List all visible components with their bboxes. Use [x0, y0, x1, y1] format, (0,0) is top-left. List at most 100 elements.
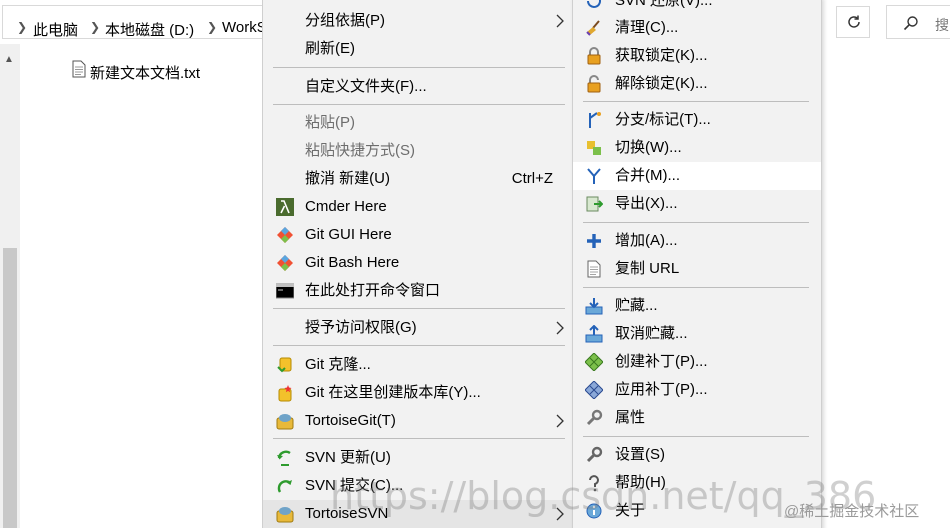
- menu-item-label: 自定义文件夹(F)...: [305, 78, 427, 95]
- menu-item-label: 授予访问权限(G): [305, 319, 417, 336]
- svn-item-get-lock[interactable]: 获取锁定(K)...: [573, 42, 821, 70]
- svn-item-apply-patch[interactable]: 应用补丁(P)...: [573, 376, 821, 404]
- menu-item-label: SVN 还原(V)...: [615, 0, 713, 9]
- svn-item-export[interactable]: 导出(X)...: [573, 190, 821, 218]
- menu-separator: [583, 101, 809, 102]
- tortoisesvn-icon: [276, 507, 294, 523]
- menu-item-label: 贮藏...: [615, 297, 658, 314]
- watermark-site: @稀土掘金技术社区: [784, 503, 920, 520]
- svn-item-properties[interactable]: 属性: [573, 404, 821, 432]
- menu-item-paste[interactable]: 粘贴(P): [263, 109, 572, 137]
- git-clone-icon: [277, 357, 292, 373]
- command-prompt-icon: [276, 283, 294, 299]
- menu-item-git-gui-here[interactable]: Git GUI Here: [263, 221, 572, 249]
- menu-item-git-clone[interactable]: Git 克隆...: [263, 351, 572, 379]
- menu-separator: [583, 287, 809, 288]
- scrollbar-thumb[interactable]: [3, 248, 17, 528]
- menu-item-refresh[interactable]: 刷新(E): [263, 35, 572, 63]
- export-icon: [586, 196, 603, 212]
- text-file-icon: [72, 60, 86, 78]
- refresh-icon: [848, 15, 860, 28]
- menu-item-tortoisegit[interactable]: TortoiseGit(T): [263, 407, 572, 435]
- menu-separator: [273, 438, 565, 439]
- plus-icon: [587, 234, 601, 248]
- menu-item-open-command-window[interactable]: 在此处打开命令窗口: [263, 277, 572, 305]
- settings-wrench-icon: [586, 446, 603, 463]
- menu-item-paste-shortcut[interactable]: 粘贴快捷方式(S): [263, 137, 572, 165]
- shelve-icon: [585, 298, 603, 315]
- breadcrumb-this-pc[interactable]: 此电脑: [33, 19, 78, 40]
- branch-icon: [589, 112, 601, 128]
- menu-item-group-by[interactable]: 分组依据(P): [263, 7, 572, 35]
- menu-separator: [583, 436, 809, 437]
- menu-item-label: 粘贴(P): [305, 114, 355, 131]
- svn-revert-icon: [587, 0, 601, 8]
- submenu-arrow-icon: [556, 14, 564, 28]
- menu-item-label: 设置(S): [615, 446, 665, 463]
- menu-item-label: 复制 URL: [615, 260, 680, 277]
- menu-separator: [273, 67, 565, 68]
- menu-item-label: 创建补丁(P)...: [615, 353, 708, 370]
- menu-item-label: Git Bash Here: [305, 254, 400, 271]
- search-input[interactable]: 搜: [886, 5, 950, 39]
- menu-item-git-bash-here[interactable]: Git Bash Here: [263, 249, 572, 277]
- svn-item-merge[interactable]: 合并(M)...: [573, 162, 821, 190]
- unshelve-icon: [585, 325, 603, 343]
- svn-item-cleanup[interactable]: 清理(C)...: [573, 14, 821, 42]
- lock-icon: [587, 47, 601, 65]
- svn-item-revert[interactable]: SVN 还原(V)...: [573, 0, 821, 15]
- svn-item-create-patch[interactable]: 创建补丁(P)...: [573, 348, 821, 376]
- submenu-arrow-icon: [556, 414, 564, 428]
- refresh-button[interactable]: [836, 6, 870, 38]
- git-bash-icon: [277, 255, 293, 271]
- menu-item-label: 取消贮藏...: [615, 325, 688, 342]
- svn-item-branch-tag[interactable]: 分支/标记(T)...: [573, 106, 821, 134]
- menu-item-label: 分支/标记(T)...: [615, 111, 711, 128]
- svn-item-settings[interactable]: 设置(S): [573, 441, 821, 469]
- menu-item-shortcut: Ctrl+Z: [511, 170, 553, 187]
- copy-url-icon: [587, 260, 601, 278]
- nav-pane-scrollbar[interactable]: ▲: [0, 44, 20, 528]
- menu-item-label: 粘贴快捷方式(S): [305, 142, 415, 159]
- menu-item-undo-new[interactable]: 撤消 新建(U) Ctrl+Z: [263, 165, 572, 193]
- menu-item-label: Git GUI Here: [305, 226, 392, 243]
- menu-item-label: 应用补丁(P)...: [615, 381, 708, 398]
- breadcrumb-chevron-icon[interactable]: ❯: [17, 20, 27, 34]
- svn-item-add[interactable]: 增加(A)...: [573, 227, 821, 255]
- file-name: 新建文本文档.txt: [90, 65, 201, 82]
- menu-item-git-create-repo[interactable]: Git 在这里创建版本库(Y)...: [263, 379, 572, 407]
- svn-item-unshelve[interactable]: 取消贮藏...: [573, 320, 821, 348]
- merge-icon: [587, 168, 601, 184]
- menu-item-svn-update[interactable]: SVN 更新(U): [263, 444, 572, 472]
- menu-item-label: SVN 更新(U): [305, 449, 391, 466]
- svn-item-switch[interactable]: 切换(W)...: [573, 134, 821, 162]
- svn-commit-icon: [277, 480, 292, 493]
- submenu-arrow-icon: [556, 321, 564, 335]
- git-create-repo-icon: [278, 385, 292, 402]
- menu-separator: [273, 345, 565, 346]
- menu-item-label: 获取锁定(K)...: [615, 47, 708, 64]
- breadcrumb-chevron-icon[interactable]: ❯: [207, 20, 217, 34]
- svn-item-release-lock[interactable]: 解除锁定(K)...: [573, 70, 821, 98]
- menu-item-label: 在此处打开命令窗口: [305, 282, 441, 299]
- breadcrumb-workspace[interactable]: WorkS: [222, 19, 267, 36]
- menu-separator: [273, 308, 565, 309]
- menu-item-customize-folder[interactable]: 自定义文件夹(F)...: [263, 73, 572, 101]
- menu-item-cmder-here[interactable]: Cmder Here: [263, 193, 572, 221]
- menu-item-label: TortoiseGit(T): [305, 412, 396, 429]
- svn-item-shelve[interactable]: 贮藏...: [573, 292, 821, 320]
- create-patch-icon: [585, 353, 603, 371]
- svn-item-copy-url[interactable]: 复制 URL: [573, 255, 821, 283]
- breadcrumb-chevron-icon[interactable]: ❯: [90, 20, 100, 34]
- wrench-icon: [586, 409, 603, 426]
- menu-separator: [583, 222, 809, 223]
- menu-item-label: Git 在这里创建版本库(Y)...: [305, 384, 481, 401]
- scroll-up-icon[interactable]: ▲: [4, 54, 14, 65]
- breadcrumb-drive-d[interactable]: 本地磁盘 (D:): [105, 19, 194, 40]
- menu-item-label: 撤消 新建(U): [305, 170, 390, 187]
- context-menu: 分组依据(P) 刷新(E) 自定义文件夹(F)... 粘贴(P) 粘贴快捷方式(…: [262, 0, 573, 528]
- unlock-icon: [587, 75, 601, 93]
- menu-item-give-access[interactable]: 授予访问权限(G): [263, 314, 572, 342]
- menu-item-label: 切换(W)...: [615, 139, 682, 156]
- switch-icon: [587, 141, 601, 155]
